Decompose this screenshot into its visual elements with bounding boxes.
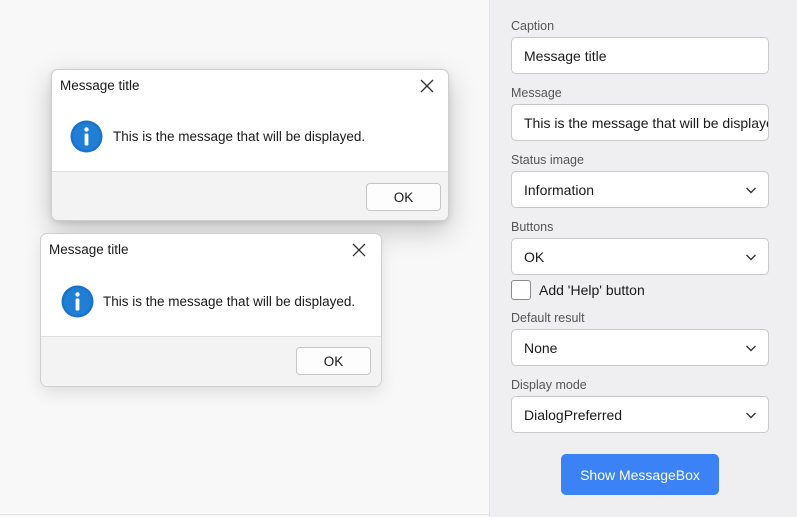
default-result-value: None [524, 339, 558, 356]
status-image-label: Status image [511, 153, 584, 167]
message-dialog-secondary: Message title This is the message that w… [40, 233, 382, 387]
default-result-select[interactable]: None [511, 329, 769, 366]
help-button-option[interactable]: Add 'Help' button [511, 280, 645, 300]
message-input[interactable]: This is the message that will be display… [511, 104, 769, 141]
ok-button[interactable]: OK [366, 183, 441, 211]
close-icon[interactable] [420, 79, 434, 93]
status-image-select[interactable]: Information [511, 171, 769, 208]
message-label: Message [511, 86, 562, 100]
message-value: This is the message that will be display… [524, 114, 769, 131]
buttons-select[interactable]: OK [511, 238, 769, 275]
dialog-message: This is the message that will be display… [103, 294, 356, 309]
divider [0, 514, 489, 515]
message-dialog-primary: Message title This is the message that w… [51, 69, 449, 221]
display-mode-select[interactable]: DialogPreferred [511, 396, 769, 433]
dialog-title: Message title [60, 78, 140, 93]
information-icon [70, 120, 103, 153]
help-button-label: Add 'Help' button [539, 282, 645, 298]
chevron-down-icon [746, 412, 756, 419]
close-icon[interactable] [352, 243, 366, 257]
display-mode-label: Display mode [511, 378, 587, 392]
help-button-checkbox[interactable] [511, 280, 531, 300]
chevron-down-icon [746, 254, 756, 261]
caption-value: Message title [524, 47, 607, 64]
buttons-label: Buttons [511, 220, 554, 234]
status-image-value: Information [524, 181, 595, 198]
chevron-down-icon [746, 187, 756, 194]
chevron-down-icon [746, 345, 756, 352]
default-result-label: Default result [511, 311, 585, 325]
caption-input[interactable]: Message title [511, 37, 769, 74]
show-messagebox-button[interactable]: Show MessageBox [561, 454, 719, 495]
settings-panel: Caption Message title Message This is th… [489, 0, 797, 517]
dialog-message: This is the message that will be display… [113, 129, 366, 144]
display-mode-value: DialogPreferred [524, 406, 623, 423]
caption-label: Caption [511, 19, 555, 33]
dialog-footer: OK [52, 171, 448, 220]
dialog-footer: OK [41, 336, 381, 386]
dialog-title: Message title [49, 242, 129, 257]
information-icon [61, 285, 94, 318]
ok-button[interactable]: OK [296, 347, 371, 375]
buttons-value: OK [524, 248, 545, 265]
